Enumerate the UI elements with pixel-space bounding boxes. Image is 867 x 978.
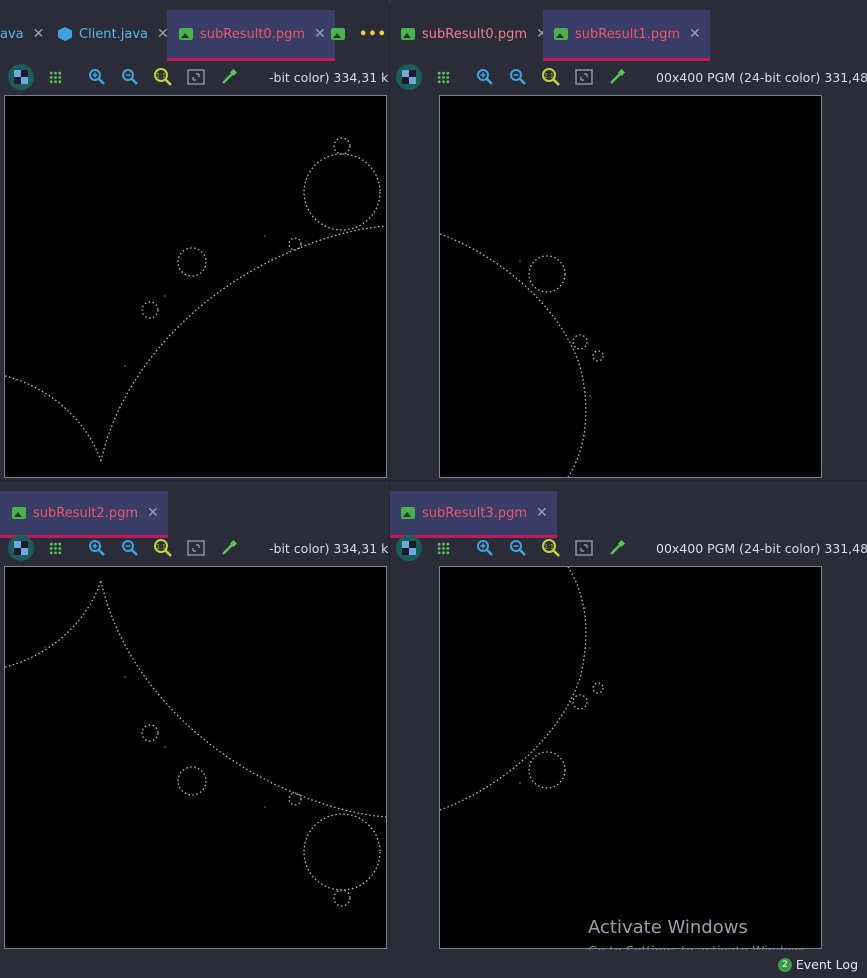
tab-label: subResult0.pgm bbox=[422, 26, 528, 42]
fit-zoom-icon[interactable] bbox=[183, 536, 209, 560]
image-file-icon bbox=[12, 507, 26, 519]
grid-toggle-icon[interactable] bbox=[42, 65, 68, 89]
svg-text:1:1: 1:1 bbox=[544, 544, 554, 551]
event-count-badge: 2 bbox=[777, 957, 792, 972]
image-info-label: 00x400 PGM (24-bit color) 331,48 kB bbox=[656, 70, 867, 85]
tab-bar: ava ✕ Client.java ✕ subResult0.pgm ✕ •••… bbox=[0, 10, 389, 61]
image-info-label: 00x400 PGM (24-bit color) 331,48 kB bbox=[656, 541, 867, 556]
editor-pane-bottom-right: subResult3.pgm ✕ 1:1 00x400 PGM (24-bit … bbox=[390, 481, 867, 950]
actual-size-icon[interactable]: 1:1 bbox=[150, 536, 176, 560]
tab-java-file[interactable]: ava ✕ bbox=[0, 10, 44, 58]
fit-zoom-icon[interactable] bbox=[183, 65, 209, 89]
image-file-icon bbox=[401, 507, 415, 519]
image-toolbar: 1:1 -bit color) 334,31 kB bbox=[0, 62, 389, 92]
tab-subresult0[interactable]: subResult0.pgm ✕ bbox=[401, 10, 548, 58]
image-file-icon bbox=[401, 28, 415, 40]
close-icon[interactable]: ✕ bbox=[147, 505, 159, 521]
tab-label: subResult0.pgm bbox=[200, 26, 306, 42]
tab-subresult3[interactable]: subResult3.pgm ✕ bbox=[390, 491, 557, 538]
fractal-image bbox=[4, 137, 387, 462]
editor-pane-top-left: ava ✕ Client.java ✕ subResult0.pgm ✕ •••… bbox=[0, 0, 389, 480]
image-file-icon bbox=[179, 28, 193, 40]
tab-label: subResult3.pgm bbox=[422, 505, 528, 521]
more-tabs-button[interactable]: •••3 bbox=[359, 10, 389, 58]
zoom-in-icon[interactable] bbox=[472, 536, 498, 560]
editor-pane-top-right: subResult0.pgm ✕ subResult1.pgm ✕ 1:1 00… bbox=[390, 0, 867, 480]
tab-label: Client.java bbox=[79, 26, 149, 42]
tab-image-collapsed[interactable] bbox=[331, 10, 352, 58]
actual-size-icon[interactable]: 1:1 bbox=[538, 65, 564, 89]
image-toolbar: 1:1 00x400 PGM (24-bit color) 331,48 kB bbox=[390, 533, 867, 563]
close-icon[interactable]: ✕ bbox=[689, 26, 701, 42]
chessboard-toggle-icon[interactable] bbox=[396, 64, 422, 90]
svg-text:1:1: 1:1 bbox=[156, 73, 166, 80]
more-tabs-icon: •••3 bbox=[359, 26, 389, 42]
fit-zoom-icon[interactable] bbox=[571, 65, 597, 89]
actual-size-icon[interactable]: 1:1 bbox=[538, 536, 564, 560]
actual-size-icon[interactable]: 1:1 bbox=[150, 65, 176, 89]
tab-subresult1[interactable]: subResult1.pgm ✕ bbox=[543, 10, 710, 61]
zoom-in-icon[interactable] bbox=[472, 65, 498, 89]
image-toolbar: 1:1 -bit color) 334,31 kB bbox=[0, 533, 389, 563]
image-canvas[interactable] bbox=[439, 566, 822, 949]
image-info-label: -bit color) 334,31 kB bbox=[269, 70, 389, 85]
tab-bar: subResult3.pgm ✕ bbox=[390, 491, 867, 538]
svg-text:1:1: 1:1 bbox=[544, 73, 554, 80]
image-info-label: -bit color) 334,31 kB bbox=[269, 541, 389, 556]
image-canvas[interactable] bbox=[4, 566, 387, 949]
fractal-image bbox=[439, 233, 604, 478]
java-class-icon bbox=[58, 27, 72, 41]
image-file-icon bbox=[331, 28, 345, 40]
image-file-icon bbox=[554, 28, 568, 40]
chessboard-toggle-icon[interactable] bbox=[396, 535, 422, 561]
tab-bar: subResult0.pgm ✕ subResult1.pgm ✕ bbox=[390, 10, 867, 61]
tab-label: ava bbox=[0, 26, 24, 42]
zoom-in-icon[interactable] bbox=[84, 536, 110, 560]
fractal-image bbox=[4, 580, 387, 907]
close-icon[interactable]: ✕ bbox=[536, 505, 548, 521]
tab-label: subResult1.pgm bbox=[575, 26, 681, 42]
zoom-in-icon[interactable] bbox=[84, 65, 110, 89]
tab-subresult2[interactable]: subResult2.pgm ✕ bbox=[0, 491, 168, 538]
color-picker-icon[interactable] bbox=[216, 536, 242, 560]
grid-toggle-icon[interactable] bbox=[430, 65, 456, 89]
zoom-out-icon[interactable] bbox=[117, 65, 143, 89]
grid-toggle-icon[interactable] bbox=[430, 536, 456, 560]
close-icon[interactable]: ✕ bbox=[314, 26, 326, 42]
zoom-out-icon[interactable] bbox=[117, 536, 143, 560]
close-icon[interactable]: ✕ bbox=[33, 26, 45, 42]
fit-zoom-icon[interactable] bbox=[571, 536, 597, 560]
tab-client-java[interactable]: Client.java ✕ bbox=[58, 10, 169, 58]
color-picker-icon[interactable] bbox=[604, 65, 630, 89]
zoom-out-icon[interactable] bbox=[505, 65, 531, 89]
image-canvas[interactable] bbox=[4, 95, 387, 478]
event-log-button[interactable]: 2 Event Log bbox=[777, 957, 858, 972]
fractal-image bbox=[439, 566, 604, 811]
editor-pane-bottom-left: subResult2.pgm ✕ 1:1 -bit color) 334,31 … bbox=[0, 481, 389, 950]
event-log-label: Event Log bbox=[795, 957, 858, 972]
color-picker-icon[interactable] bbox=[216, 65, 242, 89]
tab-bar: subResult2.pgm ✕ bbox=[0, 491, 389, 538]
status-bar bbox=[0, 950, 867, 978]
activate-windows-title: Activate Windows bbox=[588, 917, 748, 938]
tab-subresult0[interactable]: subResult0.pgm ✕ bbox=[167, 10, 335, 61]
svg-text:1:1: 1:1 bbox=[156, 544, 166, 551]
color-picker-icon[interactable] bbox=[604, 536, 630, 560]
image-toolbar: 1:1 00x400 PGM (24-bit color) 331,48 kB bbox=[390, 62, 867, 92]
grid-toggle-icon[interactable] bbox=[42, 536, 68, 560]
chessboard-toggle-icon[interactable] bbox=[8, 535, 34, 561]
image-canvas[interactable] bbox=[439, 95, 822, 478]
zoom-out-icon[interactable] bbox=[505, 536, 531, 560]
tab-label: subResult2.pgm bbox=[33, 505, 139, 521]
chessboard-toggle-icon[interactable] bbox=[8, 64, 34, 90]
